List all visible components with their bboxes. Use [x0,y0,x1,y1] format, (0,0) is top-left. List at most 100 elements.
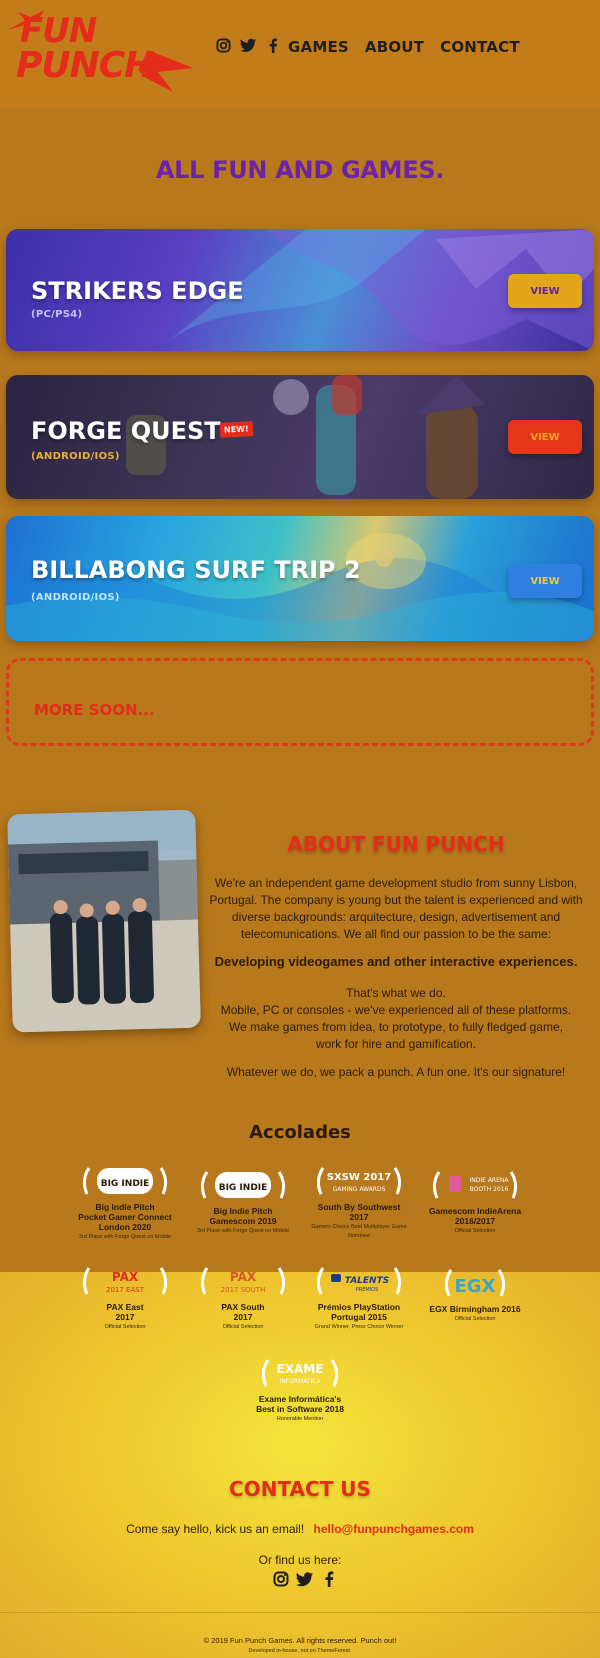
playstation-talents-logo: TALENTS PRÉMIOS [315,1264,403,1298]
svg-text:BIG INDIE: BIG INDIE [101,1179,150,1189]
footer-social-links [272,1570,338,1588]
instagram-icon[interactable] [214,36,232,54]
svg-text:EXAME: EXAME [277,1362,324,1376]
accolade-item: TALENTS PRÉMIOS Prémios PlayStation Portu… [300,1264,418,1331]
game-title: FORGE QUEST [31,417,221,445]
accolade-item: SXSW 2017 GAMING AWARDS South By Southwes… [300,1164,418,1240]
instagram-icon[interactable] [272,1570,290,1588]
about-highlight-text: Developing videogames and other interact… [214,954,578,969]
footer-divider [0,1612,600,1613]
svg-text:PAX: PAX [112,1270,139,1284]
accolade-desc: Official Selection [454,1316,496,1322]
accolade-item: BIG INDIE Big Indie Pitch Gamescom 2019 … [184,1168,302,1235]
nav-about-link[interactable]: ABOUT [365,38,424,56]
contact-prompt: Come say hello, kick us an email! [126,1522,305,1536]
svg-text:2017 SOUTH: 2017 SOUTH [221,1286,266,1294]
accolade-name: 2017 [115,1312,135,1322]
accolade-item: INDIE ARENA BOOTH 2016 Gamescom IndieAren… [416,1168,534,1235]
site-header: FUN PUNCH GAMES ABOUT CONTACT [0,0,600,108]
about-intro-text: We're an independent game development st… [209,876,583,941]
accolade-desc: Official Selection [454,1228,496,1234]
game-card-strikers-edge[interactable]: STRIKERS EDGE (PC/PS4) VIEW [6,229,594,351]
svg-text:BIG INDIE: BIG INDIE [219,1183,268,1193]
big-indie-pitch-logo: BIG INDIE [199,1168,287,1202]
game-platform: (ANDROID/IOS) [31,451,120,462]
nav-contact-link[interactable]: CONTACT [440,38,520,56]
svg-text:BOOTH 2016: BOOTH 2016 [470,1186,509,1193]
accolade-name: Portugal 2015 [331,1312,387,1322]
new-badge: NEW! [219,421,254,438]
twitter-icon[interactable] [296,1570,314,1588]
accolade-name: Big Indie Pitch [213,1206,273,1216]
accolade-desc: Grand Winner, Press Choice Winner [314,1324,404,1330]
svg-text:INFORMÁTICA: INFORMÁTICA [279,1378,321,1385]
exame-informatica-logo: EXAME INFORMÁTICA [256,1356,344,1390]
fun-punch-logo[interactable]: FUN PUNCH [8,10,193,92]
accolade-name: PAX East [106,1302,144,1312]
svg-text:SXSW 2017: SXSW 2017 [327,1172,392,1183]
view-strikers-edge-button[interactable]: VIEW [508,274,582,308]
accolade-name: Gamescom 2019 [209,1216,277,1226]
accolade-name: Gamescom IndieArena [428,1206,522,1216]
accolade-name: PAX South [221,1302,265,1312]
accolade-desc: Honorable Mention [276,1416,324,1422]
accolade-name: Pocket Gamer Connect [78,1212,172,1222]
game-card-forge-quest[interactable]: FORGE QUEST NEW! (ANDROID/IOS) VIEW [6,375,594,499]
accolade-name: London 2020 [98,1222,152,1232]
more-soon-placeholder: MORE SOON... [6,658,594,746]
header-social-links [214,36,282,54]
footer-copyright: © 2019 Fun Punch Games. All rights reser… [203,1636,397,1645]
twitter-icon[interactable] [239,36,257,54]
main-nav: GAMES ABOUT CONTACT [288,38,520,56]
accolade-name: Prémios PlayStation [317,1302,401,1312]
game-title: STRIKERS EDGE [31,277,244,305]
accolade-desc: Official Selection [104,1324,146,1330]
accolade-desc: Official Selection [222,1324,264,1330]
game-title: BILLABONG SURF TRIP 2 [31,556,361,584]
game-platform: (PC/PS4) [31,309,83,320]
accolade-name: Exame Informática's [258,1394,342,1404]
svg-text:2017 EAST: 2017 EAST [106,1286,145,1294]
facebook-icon[interactable] [320,1570,338,1588]
accolade-item: EXAME INFORMÁTICA Exame Informática's Bes… [241,1356,359,1423]
accolade-desc: 3rd Place with Forge Quest on Mobile [196,1228,290,1234]
about-line: Mobile, PC or consoles - we've experienc… [220,1003,572,1017]
contact-title: CONTACT US [229,1477,371,1501]
accolade-name: 2017 [349,1212,369,1222]
about-what-we-do: That's what we do. Mobile, PC or console… [204,985,588,1053]
accolade-name: 2016/2017 [454,1216,496,1226]
accolades-title: Accolades [249,1122,351,1143]
svg-text:GAMING AWARDS: GAMING AWARDS [333,1186,386,1193]
facebook-icon[interactable] [264,36,282,54]
contact-email-line: Come say hello, kick us an email! hello@… [0,1522,600,1536]
footer-subtext: Developed in-house, not on ThemeForest. [248,1648,352,1654]
big-indie-pitch-logo: BIG INDIE [81,1164,169,1198]
svg-text:TALENTS: TALENTS [345,1276,389,1286]
accolade-item: PAX 2017 EAST PAX East 2017 Official Sele… [66,1264,184,1331]
svg-text:PAX: PAX [230,1270,257,1284]
about-signature-text: Whatever we do, we pack a punch. A fun o… [226,1065,566,1079]
accolade-item: PAX 2017 SOUTH PAX South 2017 Official Se… [184,1264,302,1331]
indie-arena-booth-logo: INDIE ARENA BOOTH 2016 [431,1168,519,1202]
game-card-billabong-surf-trip-2[interactable]: BILLABONG SURF TRIP 2 (ANDROID/IOS) VIEW [6,516,594,641]
logo-text-punch: PUNCH [16,45,154,86]
accolade-desc: 3rd Place with Forge Quest on Mobile [78,1234,172,1240]
pax-east-logo: PAX 2017 EAST [81,1264,169,1298]
contact-email-link[interactable]: hello@funpunchgames.com [314,1522,474,1536]
about-title: ABOUT FUN PUNCH [287,832,505,856]
more-soon-label: MORE SOON... [34,701,155,719]
game-platform: (ANDROID/IOS) [31,592,120,603]
accolade-desc: Nominee [347,1233,370,1239]
logo-text-fun: FUN [20,11,97,51]
svg-text:PRÉMIOS: PRÉMIOS [356,1285,379,1293]
team-photo-illustration [7,809,201,1033]
svg-text:INDIE ARENA: INDIE ARENA [469,1177,509,1184]
accolade-name: South By Southwest [317,1202,401,1212]
view-forge-quest-button[interactable]: VIEW [508,420,582,454]
view-billabong-button[interactable]: VIEW [508,564,582,598]
accolade-name: 2017 [233,1312,253,1322]
about-line: That's what we do. [346,986,446,1000]
sxsw-gaming-awards-logo: SXSW 2017 GAMING AWARDS [315,1164,403,1198]
nav-games-link[interactable]: GAMES [288,38,349,56]
accolade-item: BIG INDIE Big Indie Pitch Pocket Gamer C… [66,1164,184,1241]
